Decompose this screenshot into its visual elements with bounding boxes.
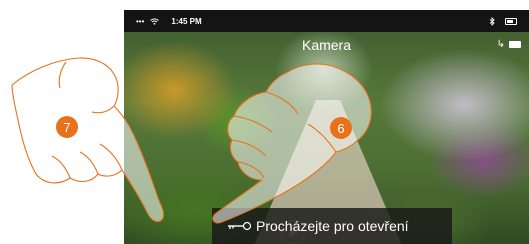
- right-hand-icon: [212, 63, 372, 224]
- left-hand-icon: [11, 57, 165, 223]
- callout-badge-left: 7: [56, 116, 78, 138]
- callout-badge-right: 6: [330, 117, 352, 139]
- gesture-illustration: [11, 57, 372, 224]
